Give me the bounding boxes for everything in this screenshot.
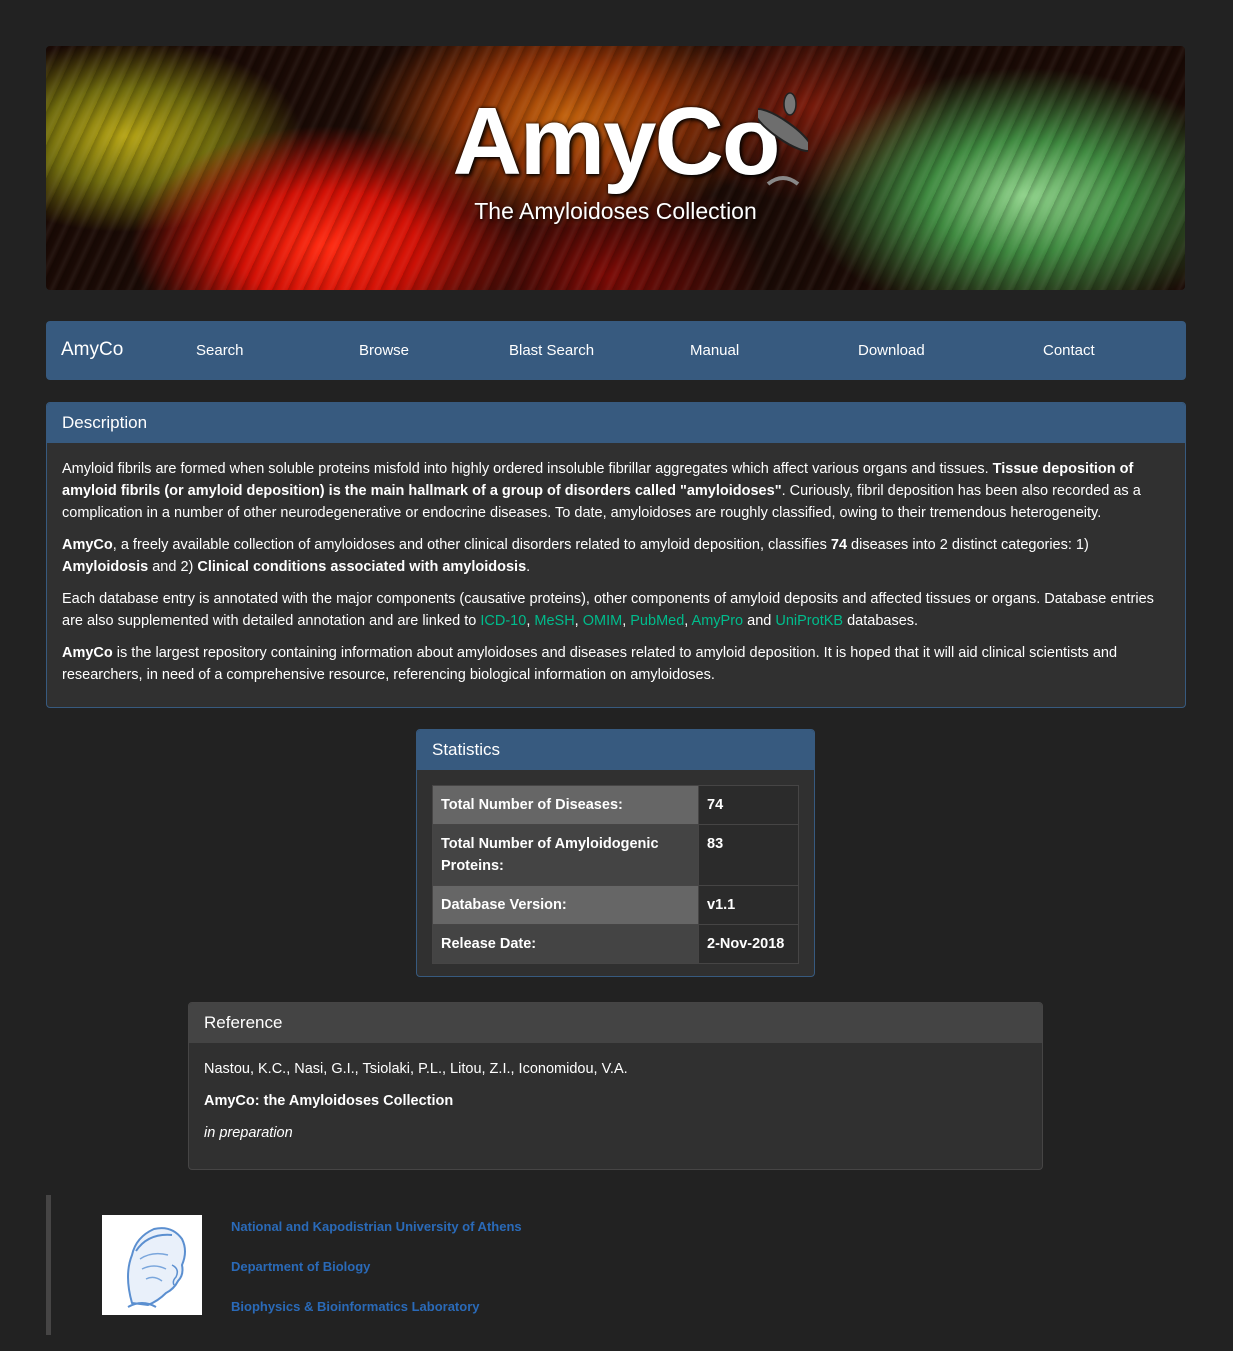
text: Amyloid fibrils are formed when soluble … [62, 461, 993, 477]
emphasis-text: Amyloidosis [62, 559, 149, 575]
footer-link-university[interactable]: National and Kapodistrian University of … [231, 1219, 522, 1234]
header-banner: AmyCo The Amyloidoses Collection [46, 46, 1185, 290]
emphasis-text: AmyCo [62, 537, 113, 553]
statistics-heading: Statistics [417, 730, 814, 770]
link-mesh[interactable]: MeSH [534, 613, 574, 629]
mascot-icon [758, 92, 808, 186]
reference-status: in preparation [204, 1122, 1027, 1144]
navbar: AmyCo Search Browse Blast Search Manual … [46, 321, 1186, 380]
nav-browse[interactable]: Browse [359, 342, 409, 359]
nav-manual[interactable]: Manual [690, 342, 739, 359]
text: is the largest repository containing inf… [62, 645, 1118, 683]
stat-label: Database Version: [432, 885, 699, 925]
nav-blast-search[interactable]: Blast Search [509, 342, 594, 359]
navbar-brand[interactable]: AmyCo [61, 339, 123, 361]
reference-status-text: in preparation [204, 1125, 293, 1141]
description-body: Amyloid fibrils are formed when soluble … [47, 443, 1185, 707]
description-paragraph-1: Amyloid fibrils are formed when soluble … [62, 458, 1170, 524]
link-uniprotkb[interactable]: UniProtKB [775, 613, 843, 629]
stat-label: Release Date: [432, 924, 699, 964]
link-omim[interactable]: OMIM [583, 613, 622, 629]
reference-authors: Nastou, K.C., Nasi, G.I., Tsiolaki, P.L.… [204, 1061, 628, 1077]
reference-title: AmyCo: the Amyloidoses Collection [204, 1090, 1027, 1112]
statistics-table: Total Number of Diseases: 74 Total Numbe… [432, 785, 799, 964]
link-pubmed[interactable]: PubMed [630, 613, 684, 629]
reference-heading: Reference [189, 1003, 1042, 1043]
footer-link-laboratory[interactable]: Biophysics & Bioinformatics Laboratory [231, 1299, 480, 1314]
text: . [526, 559, 531, 575]
description-paragraph-4: AmyCo is the largest repository containi… [62, 642, 1170, 686]
stat-value: 83 [698, 824, 799, 886]
reference-body: Nastou, K.C., Nasi, G.I., Tsiolaki, P.L.… [189, 1043, 1042, 1169]
text: diseases into 2 distinct categories: 1) [847, 537, 1089, 553]
reference-panel: Reference Nastou, K.C., Nasi, G.I., Tsio… [188, 1002, 1043, 1170]
stat-label: Total Number of Diseases: [432, 785, 699, 825]
nav-download[interactable]: Download [858, 342, 925, 359]
separator: , [684, 613, 692, 629]
reference-title-text: AmyCo: the Amyloidoses Collection [204, 1093, 454, 1109]
description-paragraph-3: Each database entry is annotated with th… [62, 588, 1170, 632]
stat-value: v1.1 [698, 885, 799, 925]
banner-title: AmyCo [452, 88, 780, 195]
text: databases. [843, 613, 919, 629]
table-row: Total Number of Diseases: 74 [432, 785, 799, 825]
nav-contact[interactable]: Contact [1043, 342, 1095, 359]
description-panel: Description Amyloid fibrils are formed w… [46, 402, 1186, 708]
description-paragraph-2: AmyCo, a freely available collection of … [62, 534, 1170, 578]
athena-head-logo [102, 1215, 202, 1315]
stat-label: Total Number of Amyloidogenic Proteins: [432, 824, 699, 886]
link-amypro[interactable]: AmyPro [692, 613, 744, 629]
university-logo-icon [127, 1227, 186, 1308]
nav-search[interactable]: Search [196, 342, 244, 359]
emphasis-text: AmyCo [62, 645, 113, 661]
emphasis-text: Clinical conditions associated with amyl… [197, 559, 527, 575]
table-row: Release Date: 2-Nov-2018 [432, 924, 799, 964]
banner-subtitle: The Amyloidoses Collection [474, 198, 757, 224]
table-row: Total Number of Amyloidogenic Proteins: … [432, 824, 799, 886]
text: , a freely available collection of amylo… [112, 537, 831, 553]
footer-link-department[interactable]: Department of Biology [231, 1259, 370, 1274]
table-row: Database Version: v1.1 [432, 885, 799, 925]
separator: , [574, 613, 583, 629]
description-heading: Description [47, 403, 1185, 443]
statistics-panel: Statistics Total Number of Diseases: 74 … [416, 729, 815, 977]
emphasis-text: 74 [830, 537, 848, 553]
stat-value: 74 [698, 785, 799, 825]
separator: and [743, 613, 776, 629]
stat-value: 2-Nov-2018 [698, 924, 799, 964]
statistics-body: Total Number of Diseases: 74 Total Numbe… [417, 770, 814, 976]
footer: National and Kapodistrian University of … [46, 1195, 1191, 1335]
text: and 2) [148, 559, 198, 575]
link-icd10[interactable]: ICD-10 [480, 613, 526, 629]
